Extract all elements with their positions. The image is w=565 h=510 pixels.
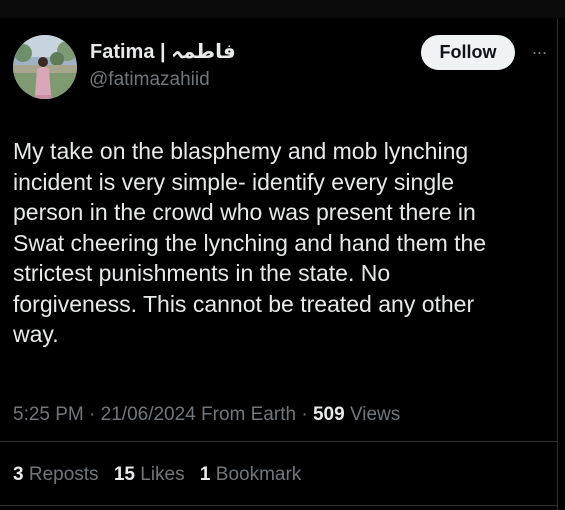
views-label[interactable]: Views (350, 404, 400, 425)
likes-stat[interactable]: 15 Likes (114, 464, 185, 485)
bookmarks-count: 1 (199, 464, 211, 485)
status-strip (0, 0, 565, 18)
reposts-count: 3 (13, 464, 24, 485)
tweet-date[interactable]: 21/06/2024 (101, 404, 196, 425)
avatar[interactable] (13, 35, 77, 99)
bookmarks-stat[interactable]: 1 Bookmark (200, 464, 301, 485)
tweet-source: From Earth (201, 404, 297, 425)
follow-button[interactable]: Follow (421, 35, 515, 70)
tweet-text: My take on the blasphemy and mob lynchin… (13, 138, 487, 347)
divider (0, 505, 557, 506)
reposts-label: Reposts (28, 464, 99, 485)
likes-label: Likes (140, 464, 185, 485)
divider (0, 441, 557, 442)
views-count[interactable]: 509 (313, 404, 345, 425)
meta-separator: · (89, 404, 96, 425)
tweet-time[interactable]: 5:25 PM (13, 404, 84, 425)
tweet-meta: 5:25 PM · 21/06/2024 From Earth · 509 Vi… (13, 403, 400, 427)
bookmarks-label: Bookmark (215, 464, 302, 485)
profile-photo-icon (13, 35, 77, 99)
reposts-stat[interactable]: 3 Reposts (13, 464, 99, 485)
meta-separator: · (301, 404, 308, 425)
more-icon[interactable]: ··· (527, 42, 551, 62)
author-handle[interactable]: @fatimazahiid (89, 68, 210, 92)
likes-count: 15 (113, 464, 135, 485)
engagement-stats: 3 Reposts 15 Likes 1 Bookmark (13, 463, 301, 487)
author-display-name[interactable]: Fatima | فاطمہ (90, 40, 236, 64)
column-border (557, 18, 558, 510)
